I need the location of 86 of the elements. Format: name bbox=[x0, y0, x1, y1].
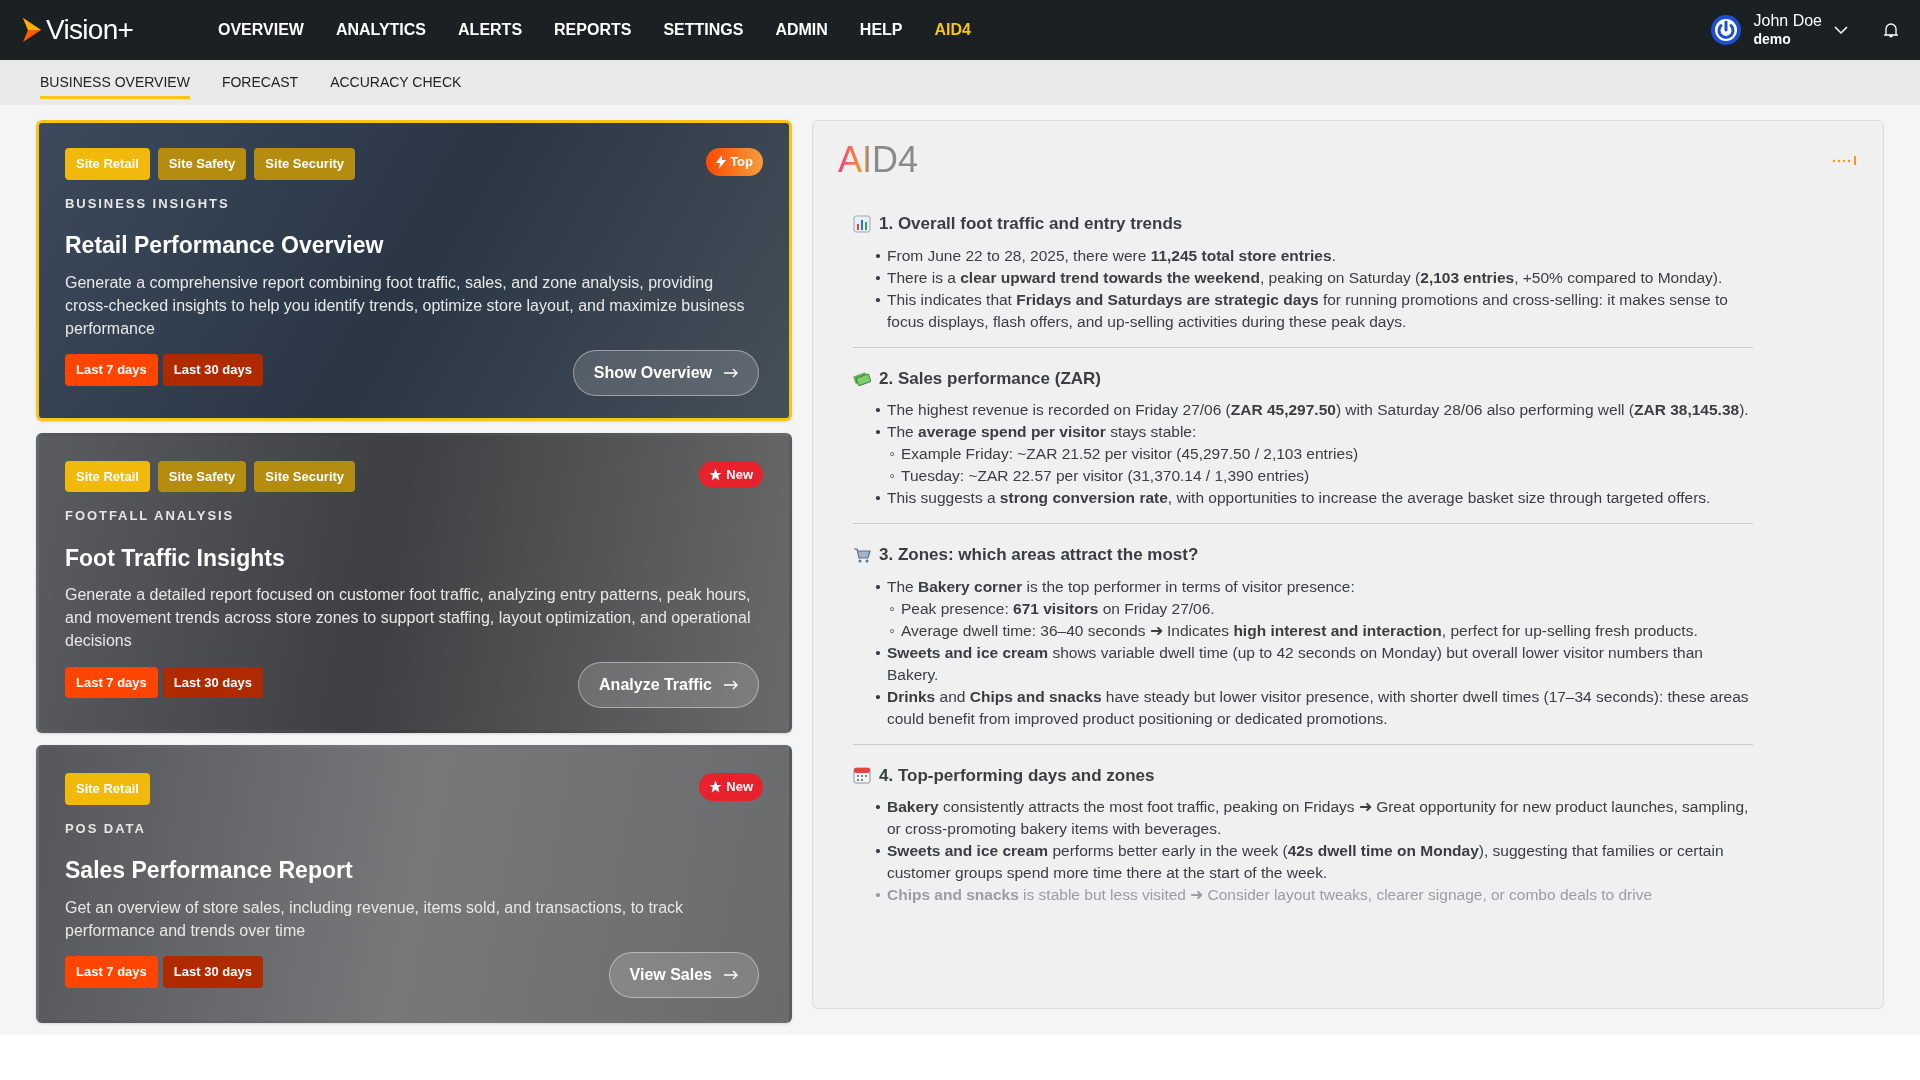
list-bullet: • bbox=[874, 267, 882, 288]
arrow-right-icon bbox=[724, 680, 738, 690]
section-heading: 3. Zones: which areas attract the most? bbox=[879, 544, 1199, 566]
list-bullet: • bbox=[874, 885, 882, 905]
list-bullet: ◦ bbox=[888, 466, 896, 486]
status-badge: New bbox=[699, 460, 763, 488]
date-range-button[interactable]: Last 30 days bbox=[162, 666, 263, 698]
nav-link[interactable]: SETTINGS bbox=[663, 18, 744, 42]
list-bullet: ◦ bbox=[888, 620, 896, 641]
card-category: FOOTFALL ANALYSIS bbox=[65, 507, 236, 525]
star-icon bbox=[709, 780, 723, 794]
card-category: BUSINESS INSIGHTS bbox=[65, 194, 231, 213]
nav-link[interactable]: ANALYTICS bbox=[335, 18, 427, 42]
user-role: demo bbox=[1753, 31, 1792, 49]
status-badge: Top bbox=[706, 148, 763, 176]
list-bullet: • bbox=[874, 422, 882, 442]
nav-link[interactable]: AID4 bbox=[934, 18, 971, 42]
nav-link[interactable]: OVERVIEW bbox=[218, 18, 304, 42]
chevron-down-icon[interactable] bbox=[1834, 25, 1848, 35]
card-description: Generate a detailed report focused on customer foot traffic, analyzing entry patterns, peak hours, and movement trends across store zones to support staffing, layout optimization, and operational decisions bbox=[65, 585, 752, 651]
list-bullet: • bbox=[874, 289, 882, 310]
card-description: Get an overview of store sales, including revenue, items sold, and transactions, to track performance and trends over time bbox=[65, 897, 685, 941]
card-title: Sales Performance Report bbox=[65, 856, 354, 885]
logo-chevron-icon bbox=[22, 17, 42, 43]
list-item-text: Sweets and ice cream shows variable dwell time (up to 42 seconds on Monday) but overall lower visitor numbers than Bakery. bbox=[887, 642, 1704, 685]
date-range-button[interactable]: Last 30 days bbox=[162, 956, 263, 988]
date-range-button[interactable]: Last 7 days bbox=[65, 956, 158, 988]
list-bullet: • bbox=[874, 642, 882, 663]
list-item-text: Chips and snacks is stable but less visited ➜ Consider layout tweaks, clearer signage, or combo deals to drive bbox=[887, 885, 1653, 905]
list-item-text: From June 22 to 28, 2025, there were 11,245 total store entries. bbox=[887, 245, 1336, 266]
action-button[interactable]: Analyze Traffic bbox=[578, 662, 759, 708]
loading-dots-icon bbox=[1832, 155, 1858, 165]
list-bullet: • bbox=[874, 797, 882, 817]
calendar-icon bbox=[853, 766, 871, 785]
section-heading: 2. Sales performance (ZAR) bbox=[879, 367, 1101, 390]
nav-link[interactable]: HELP bbox=[859, 18, 903, 42]
list-item-text: This indicates that Fridays and Saturdays are strategic days for running promotions and cross-selling: it makes sense to focus displays, flash offers, and up-selling activities during these peak days. bbox=[887, 289, 1729, 332]
list-item-text: Average dwell time: 36–40 seconds ➜ Indicates high interest and interaction, perfect for up-selling fresh products. bbox=[901, 620, 1698, 641]
list-item-text: Example Friday: ~ZAR 21.52 per visitor (45,297.50 / 2,103 entries) bbox=[901, 444, 1359, 464]
list-bullet: • bbox=[874, 576, 882, 597]
list-item-text: Tuesday: ~ZAR 22.57 per visitor (31,370.14 / 1,390 entries) bbox=[901, 466, 1310, 486]
list-item-text: Bakery consistently attracts the most foot traffic, peaking on Fridays ➜ Great opportunity for new product launches, sampling, or cross-promoting bakery items with beverages. bbox=[887, 797, 1750, 839]
list-item-text: The highest revenue is recorded on Friday 27/06 (ZAR 45,297.50) with Saturday 28/06 also performing well (ZAR 38,145.38). bbox=[887, 400, 1749, 420]
list-item-text: Sweets and ice cream performs better early in the week (42s dwell time on Monday), suggesting that families or certain customer groups spend more time there at the start of the week. bbox=[887, 841, 1725, 883]
card-description: Generate a comprehensive report combining foot traffic, sales, and zone analysis, providing cross-checked insights to help you identify trends, optimize store layout, and maximize business performance bbox=[65, 272, 746, 339]
list-item-text: This suggests a strong conversion rate, with opportunities to increase the average basket size through targeted offers. bbox=[887, 488, 1711, 508]
card-title: Retail Performance Overview bbox=[65, 231, 385, 260]
power-avatar-icon bbox=[1709, 14, 1742, 46]
arrow-right-icon bbox=[724, 367, 738, 378]
app-logo: Vision+ bbox=[46, 13, 134, 47]
card-category: POS DATA bbox=[65, 819, 147, 838]
list-item-text: There is a clear upward trend towards the weekend, peaking on Saturday (2,103 entries, +50% compared to Monday). bbox=[887, 267, 1723, 288]
bar-chart-icon bbox=[853, 214, 871, 233]
cart-icon bbox=[853, 545, 871, 564]
list-bullet: • bbox=[874, 841, 882, 861]
lightning-icon bbox=[716, 154, 727, 169]
list-bullet: • bbox=[874, 400, 882, 420]
bell-icon[interactable] bbox=[1884, 22, 1898, 38]
money-icon bbox=[853, 369, 871, 388]
list-bullet: • bbox=[874, 488, 882, 508]
arrow-right-icon bbox=[724, 969, 738, 980]
list-bullet: ◦ bbox=[888, 444, 896, 464]
nav-link[interactable]: REPORTS bbox=[554, 18, 632, 42]
sub-tab[interactable]: BUSINESS OVERVIEW bbox=[40, 66, 190, 99]
date-range-button[interactable]: Last 7 days bbox=[65, 354, 158, 386]
card-title: Foot Traffic Insights bbox=[65, 543, 286, 573]
sub-tab[interactable]: FORECAST bbox=[221, 66, 299, 99]
star-icon bbox=[709, 467, 723, 481]
list-item-text: The average spend per visitor stays stable: bbox=[887, 422, 1197, 442]
action-button[interactable]: View Sales bbox=[608, 951, 759, 998]
sub-tab[interactable]: ACCURACY CHECK bbox=[330, 66, 462, 99]
date-range-button[interactable]: Last 7 days bbox=[65, 666, 158, 698]
list-item-text: The Bakery corner is the top performer in terms of visitor presence: bbox=[887, 576, 1355, 597]
list-item-text: Peak presence: 671 visitors on Friday 27/06. bbox=[901, 598, 1215, 619]
list-bullet: • bbox=[874, 245, 882, 266]
nav-link[interactable]: ADMIN bbox=[775, 18, 828, 42]
date-range-button[interactable]: Last 30 days bbox=[162, 354, 263, 386]
user-name: John Doe bbox=[1753, 11, 1822, 32]
list-bullet: ◦ bbox=[888, 598, 896, 619]
section-heading: 4. Top-performing days and zones bbox=[879, 764, 1155, 787]
status-badge: New bbox=[699, 773, 763, 801]
action-button[interactable]: Show Overview bbox=[572, 349, 759, 396]
nav-link[interactable]: ALERTS bbox=[458, 18, 523, 42]
list-item-text: Drinks and Chips and snacks have steady but lower visitor presence, with shorter dwell times (17–34 seconds): these areas could benefit from improved product positioning or dedicated promotions. bbox=[887, 686, 1750, 729]
list-bullet: • bbox=[874, 686, 882, 707]
section-heading: 1. Overall foot traffic and entry trends bbox=[879, 213, 1183, 235]
